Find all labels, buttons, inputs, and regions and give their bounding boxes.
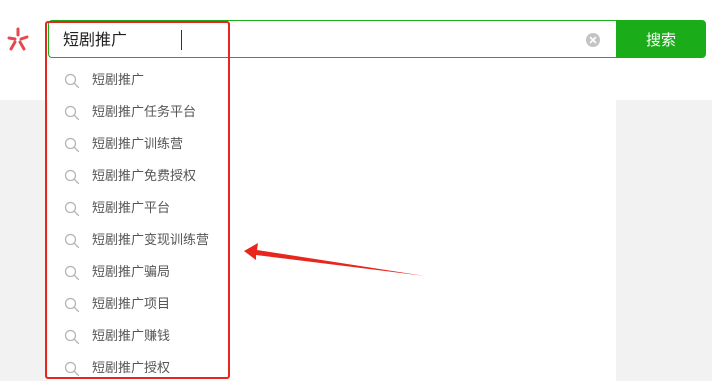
text-caret [181, 30, 182, 50]
search-icon [64, 329, 80, 345]
search-icon [64, 233, 80, 249]
suggestion-text: 短剧推广骗局 [92, 265, 171, 280]
search-icon [64, 105, 80, 121]
search-icon [64, 361, 80, 377]
search-icon [64, 201, 80, 217]
search-icon [64, 73, 80, 89]
suggestion-text: 短剧推广平台 [92, 201, 171, 216]
suggestion-item[interactable]: 短剧推广项目 [48, 289, 616, 320]
suggestion-text: 短剧推广赚钱 [92, 329, 171, 344]
suggestion-item[interactable]: 短剧推广授权 [48, 353, 616, 384]
suggestion-item[interactable]: 短剧推广平台 [48, 193, 616, 224]
suggestion-text: 短剧推广任务平台 [92, 105, 197, 120]
search-icon [64, 265, 80, 281]
suggestion-dropdown: 短剧推广 短剧推广任务平台 短剧推广训练营 短剧推广免费授权 短剧推广平台 短剧… [48, 62, 616, 381]
logo-icon[interactable] [5, 26, 31, 52]
suggestion-item[interactable]: 短剧推广 [48, 65, 616, 96]
search-icon [64, 297, 80, 313]
search-box [48, 20, 616, 58]
suggestion-text: 短剧推广训练营 [92, 137, 184, 152]
suggestion-text: 短剧推广免费授权 [92, 169, 197, 184]
suggestion-item[interactable]: 短剧推广变现训练营 [48, 225, 616, 256]
suggestion-item[interactable]: 短剧推广训练营 [48, 129, 616, 160]
suggestion-text: 短剧推广项目 [92, 297, 171, 312]
search-input[interactable] [63, 29, 563, 51]
suggestion-item[interactable]: 短剧推广骗局 [48, 257, 616, 288]
suggestion-text: 短剧推广变现训练营 [92, 233, 210, 248]
search-button[interactable]: 搜索 [616, 20, 706, 58]
suggestion-text: 短剧推广授权 [92, 361, 171, 376]
suggestion-text: 短剧推广 [92, 73, 145, 88]
search-icon [64, 169, 80, 185]
suggestion-item[interactable]: 短剧推广免费授权 [48, 161, 616, 192]
clear-icon[interactable] [586, 33, 600, 47]
suggestion-item[interactable]: 短剧推广任务平台 [48, 97, 616, 128]
search-icon [64, 137, 80, 153]
suggestion-item[interactable]: 短剧推广赚钱 [48, 321, 616, 352]
